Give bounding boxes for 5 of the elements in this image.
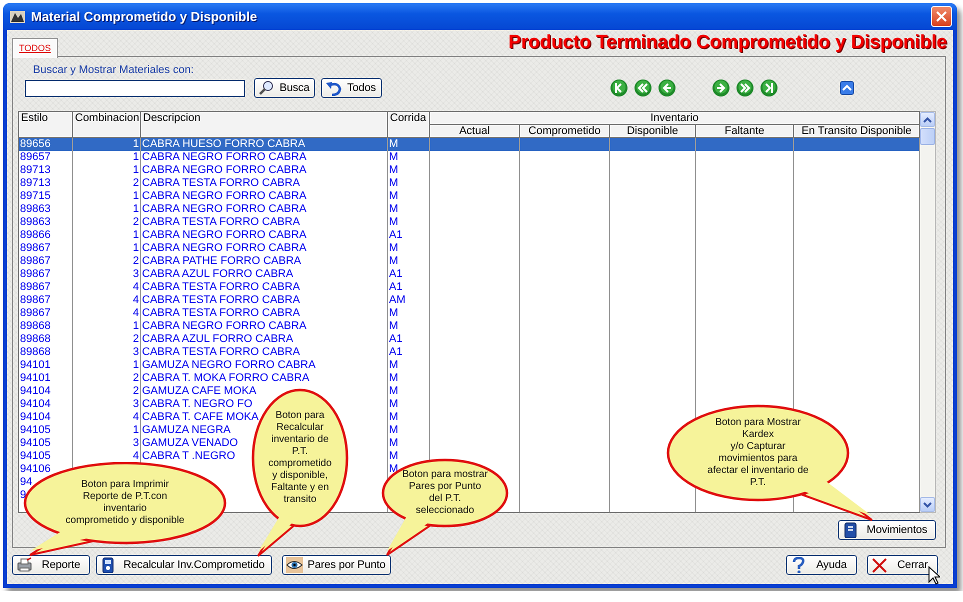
column-group-header: Inventario	[430, 112, 920, 125]
window-title: Material Comprometido y Disponible	[31, 9, 258, 24]
page-heading: Producto Terminado Comprometido y Disponible	[508, 32, 947, 54]
search-label: Buscar y Mostrar Materiales con:	[33, 64, 195, 77]
callout-text: Boton para mostrar Pares por Punto del P.T. seleccionado	[402, 469, 488, 517]
